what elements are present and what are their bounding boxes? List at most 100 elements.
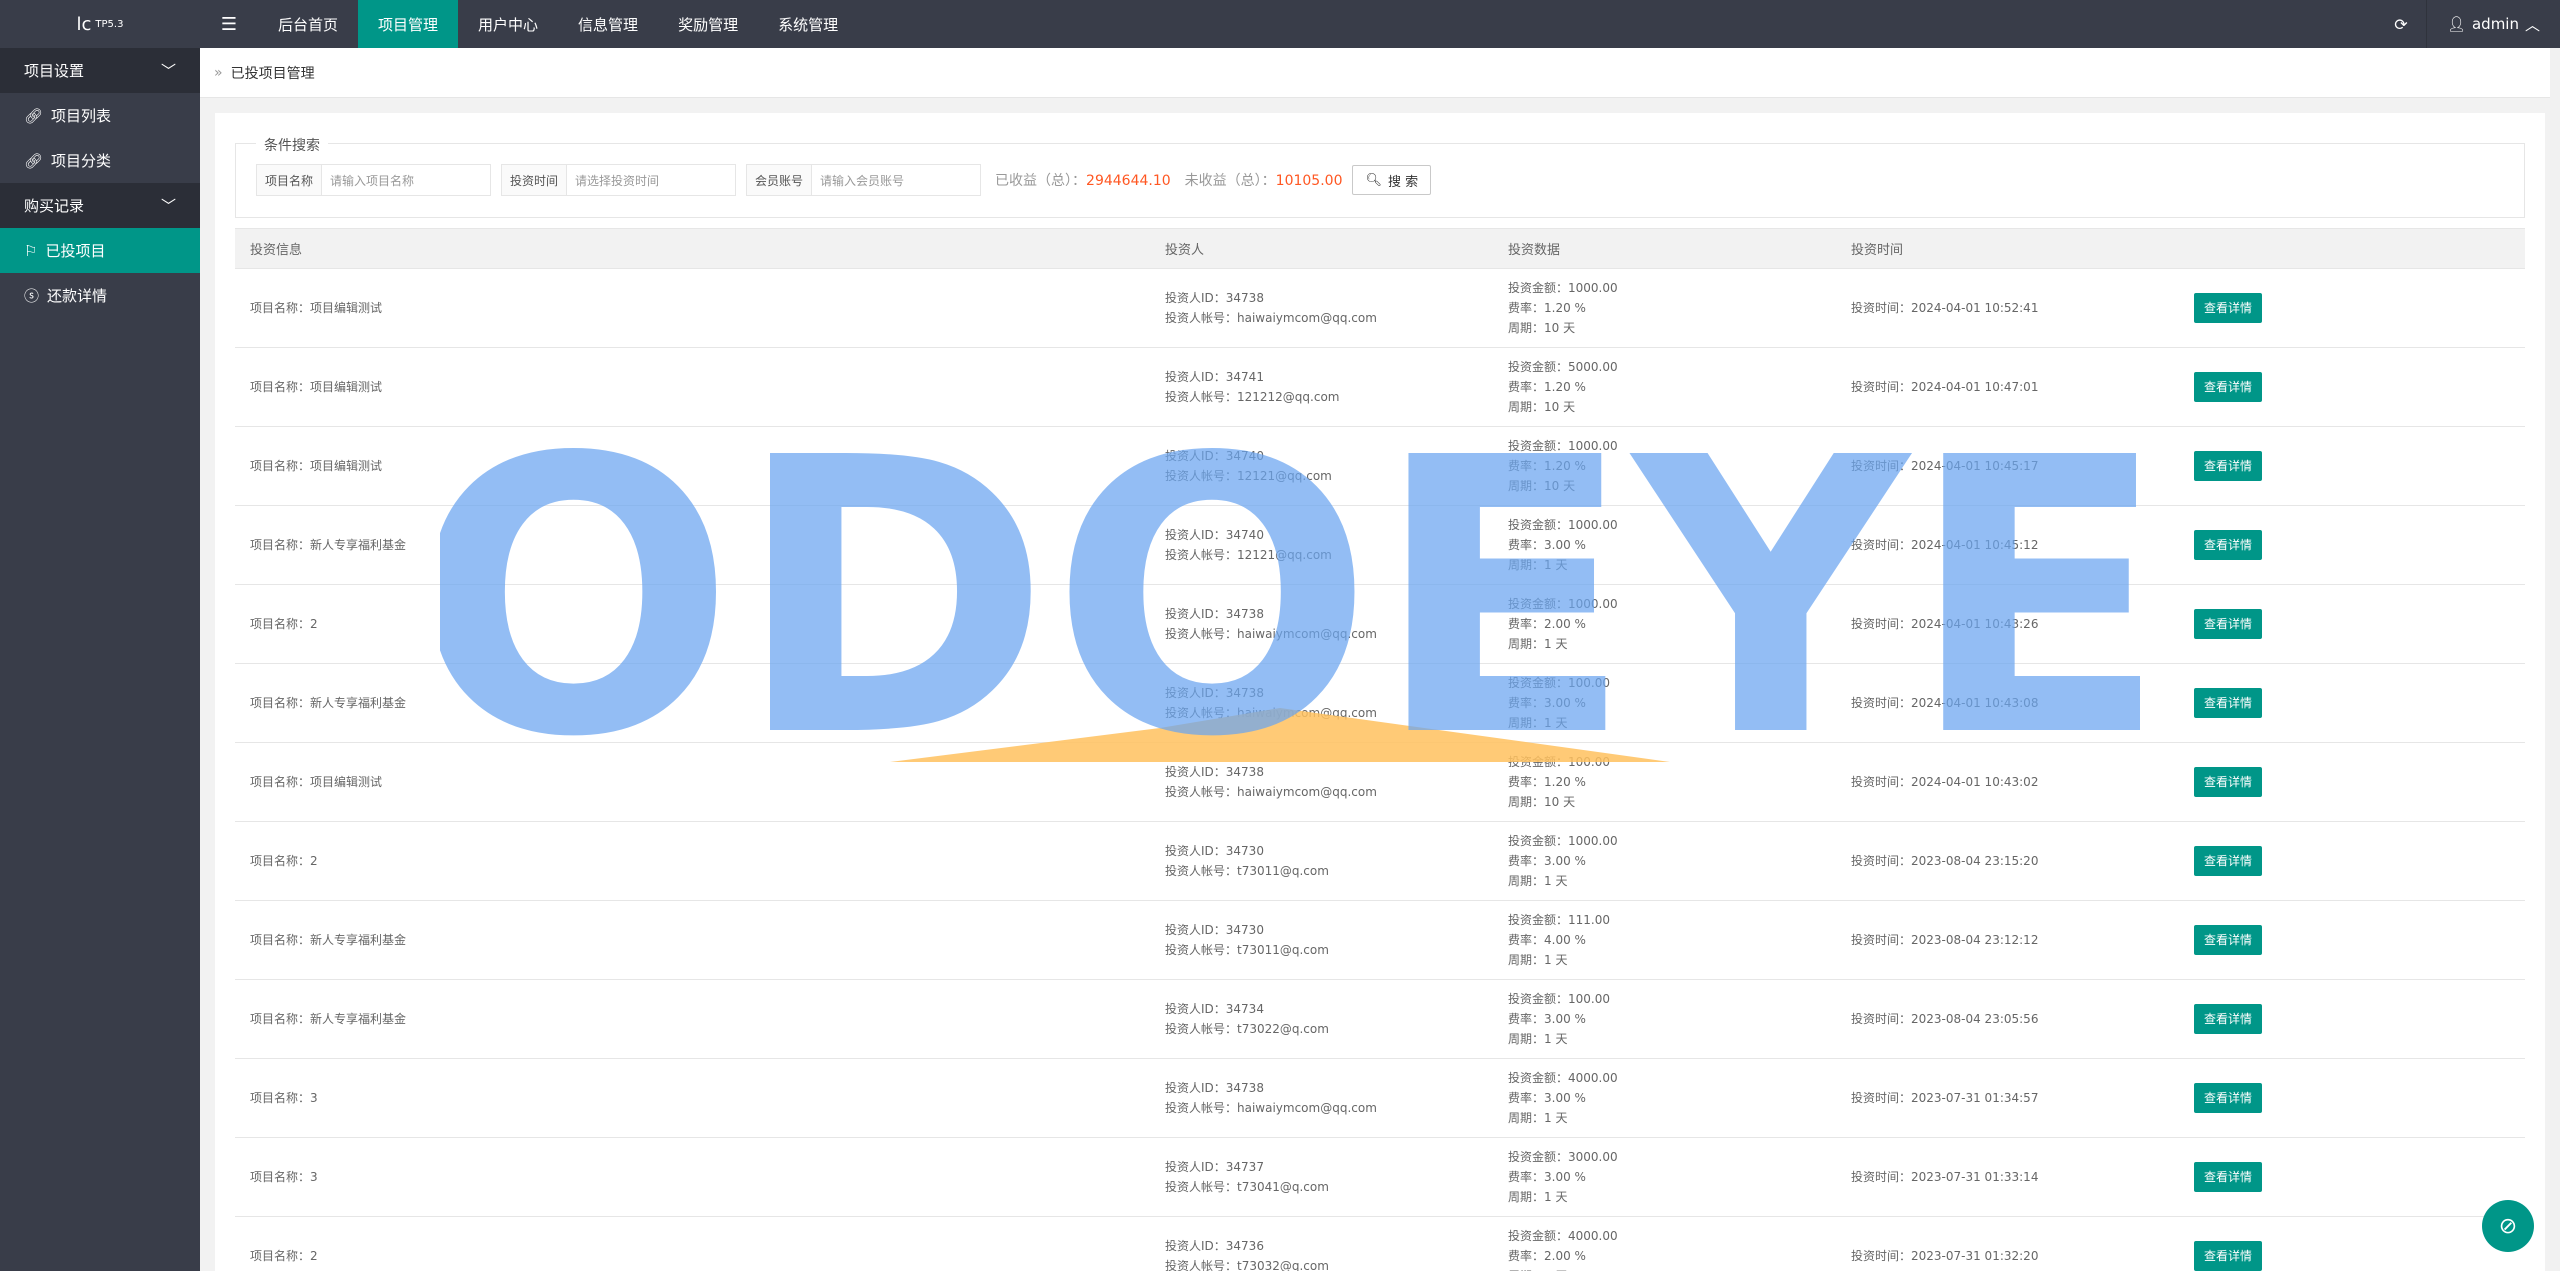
nav-system-management[interactable]: 系统管理 bbox=[758, 0, 858, 48]
cell-action: 查看详情 bbox=[2179, 1217, 2525, 1271]
cell-project-name: 项目名称：项目编辑测试 bbox=[250, 301, 383, 315]
invest-period: 周期：1 天 bbox=[1508, 1032, 1568, 1046]
invest-rate: 费率：3.00 % bbox=[1508, 1170, 1586, 1184]
project-name-input[interactable]: 请输入项目名称 bbox=[322, 165, 490, 195]
invest-amount: 投资金额：1000.00 bbox=[1508, 834, 1618, 848]
table-row: 项目名称：新人专享福利基金 投资人ID：34740 投资人帐号：12121@qq.c… bbox=[235, 506, 2525, 585]
cell-invest-data: 投资金额：111.00 费率：4.00 % 周期：1 天 bbox=[1493, 901, 1836, 980]
view-detail-button[interactable]: 查看详情 bbox=[2194, 1241, 2263, 1271]
invest-rate: 费率：3.00 % bbox=[1508, 1091, 1586, 1105]
cell-investor: 投资人ID：34738 投资人帐号：haiwaiymcom@qq.com bbox=[1150, 585, 1493, 664]
nav-user-center[interactable]: 用户中心 bbox=[458, 0, 558, 48]
table-row: 项目名称：项目编辑测试 投资人ID：34738 投资人帐号：haiwaiymcom@… bbox=[235, 269, 2525, 348]
invest-period: 周期：1 天 bbox=[1508, 874, 1568, 888]
cell-invest-data: 投资金额：1000.00 费率：1.20 % 周期：10 天 bbox=[1493, 269, 1836, 348]
col-header-action bbox=[2179, 228, 2525, 269]
invest-rate: 费率：2.00 % bbox=[1508, 617, 1586, 631]
view-detail-button[interactable]: 查看详情 bbox=[2194, 1162, 2263, 1192]
member-account-input[interactable]: 请输入会员账号 bbox=[812, 165, 980, 195]
hamburger-icon[interactable]: ☰ bbox=[200, 0, 258, 48]
invest-amount: 投资金额：1000.00 bbox=[1508, 281, 1618, 295]
invest-period: 周期：10 天 bbox=[1508, 795, 1576, 809]
cell-invest-time: 投资时间：2024-04-01 10:43:02 bbox=[1851, 775, 2039, 789]
page-scrollbar[interactable] bbox=[2550, 48, 2560, 1271]
chevron-up-icon: ︿ bbox=[2524, 15, 2540, 34]
col-header-time: 投资时间 bbox=[1836, 228, 2179, 269]
view-detail-button[interactable]: 查看详情 bbox=[2194, 372, 2263, 402]
cell-project-name: 项目名称：项目编辑测试 bbox=[250, 380, 383, 394]
view-detail-button[interactable]: 查看详情 bbox=[2194, 530, 2263, 560]
cell-invest-time: 投资时间：2023-08-04 23:12:12 bbox=[1851, 933, 2039, 947]
search-button[interactable]: 🔍︎ 搜 索 bbox=[1352, 165, 1432, 195]
member-account-label: 会员账号 bbox=[747, 165, 813, 195]
sidebar-item-label: 项目列表 bbox=[51, 107, 112, 125]
view-detail-button[interactable]: 查看详情 bbox=[2194, 609, 2263, 639]
invest-rate: 费率：3.00 % bbox=[1508, 538, 1586, 552]
table-row: 项目名称：项目编辑测试 投资人ID：34741 投资人帐号：121212@qq.co… bbox=[235, 348, 2525, 427]
cell-invest-time: 投资时间：2024-04-01 10:43:26 bbox=[1851, 617, 2039, 631]
sidebar-group-project-settings[interactable]: 项目设置 ﹀ bbox=[0, 48, 200, 93]
cell-project-name: 项目名称：新人专享福利基金 bbox=[250, 1012, 407, 1026]
cell-action: 查看详情 bbox=[2179, 585, 2525, 664]
view-detail-button[interactable]: 查看详情 bbox=[2194, 1083, 2263, 1113]
sidebar-item-project-list[interactable]: 🔗︎ 项目列表 bbox=[0, 93, 200, 138]
view-detail-button[interactable]: 查看详情 bbox=[2194, 846, 2263, 876]
cell-investor: 投资人ID：34736 投资人帐号：t73032@q.com bbox=[1150, 1217, 1493, 1271]
view-detail-button[interactable]: 查看详情 bbox=[2194, 767, 2263, 797]
cell-action: 查看详情 bbox=[2179, 901, 2525, 980]
nav-reward-management[interactable]: 奖励管理 bbox=[658, 0, 758, 48]
nav-home[interactable]: 后台首页 bbox=[258, 0, 358, 48]
logo[interactable]: lc TP5.3 bbox=[0, 0, 200, 48]
sidebar-item-project-category[interactable]: 🔗︎ 项目分类 bbox=[0, 138, 200, 183]
link-icon: 🔗︎ bbox=[24, 151, 44, 170]
username: admin bbox=[2471, 15, 2519, 33]
view-detail-button[interactable]: 查看详情 bbox=[2194, 451, 2263, 481]
nav-project-management[interactable]: 项目管理 bbox=[358, 0, 459, 48]
view-detail-button[interactable]: 查看详情 bbox=[2194, 688, 2263, 718]
unearned-total: 未收益（总）：10105.00 bbox=[1185, 170, 1343, 190]
investor-id: 投资人ID：34738 bbox=[1165, 1081, 1264, 1095]
float-action-icon[interactable]: ⊘ bbox=[2482, 1200, 2534, 1252]
cell-investor: 投资人ID：34738 投资人帐号：haiwaiymcom@qq.com bbox=[1150, 1059, 1493, 1138]
cell-invest-time: 投资时间：2024-04-01 10:45:12 bbox=[1851, 538, 2039, 552]
nav-info-management[interactable]: 信息管理 bbox=[558, 0, 658, 48]
refresh-icon[interactable]: ⟳ bbox=[2376, 15, 2426, 34]
cell-invest-time: 投资时间：2023-07-31 01:34:57 bbox=[1851, 1091, 2039, 1105]
invest-period: 周期：1 天 bbox=[1508, 1190, 1568, 1204]
table-body: 项目名称：项目编辑测试 投资人ID：34738 投资人帐号：haiwaiymcom@… bbox=[235, 269, 2525, 1271]
cell-project-name: 项目名称：2 bbox=[250, 617, 318, 631]
view-detail-button[interactable]: 查看详情 bbox=[2194, 925, 2263, 955]
table-row: 项目名称：项目编辑测试 投资人ID：34738 投资人帐号：haiwaiymcom@… bbox=[235, 743, 2525, 822]
col-header-info: 投资信息 bbox=[235, 228, 1150, 269]
user-menu[interactable]: 👤︎ admin ︿ bbox=[2427, 14, 2560, 35]
sidebar-item-repayment-details[interactable]: ⓢ 还款详情 bbox=[0, 273, 200, 318]
invest-amount: 投资金额：100.00 bbox=[1508, 755, 1610, 769]
col-header-investor: 投资人 bbox=[1150, 228, 1493, 269]
investor-id: 投资人ID：34738 bbox=[1165, 291, 1264, 305]
logo-text: lc bbox=[76, 13, 92, 35]
user-icon: 👤︎ bbox=[2446, 15, 2466, 33]
cell-investor: 投资人ID：34738 投资人帐号：haiwaiymcom@qq.com bbox=[1150, 269, 1493, 348]
view-detail-button[interactable]: 查看详情 bbox=[2194, 1004, 2263, 1034]
link-icon: 🔗︎ bbox=[24, 106, 44, 125]
chevron-down-icon: ﹀ bbox=[160, 62, 176, 80]
investor-account: 投资人帐号：haiwaiymcom@qq.com bbox=[1165, 1101, 1377, 1115]
cell-project-name: 项目名称：新人专享福利基金 bbox=[250, 696, 407, 710]
view-detail-button[interactable]: 查看详情 bbox=[2194, 293, 2263, 323]
invest-time-input[interactable]: 请选择投资时间 bbox=[567, 165, 735, 195]
investor-id: 投资人ID：34738 bbox=[1165, 607, 1264, 621]
invest-rate: 费率：2.00 % bbox=[1508, 1249, 1586, 1263]
investor-id: 投资人ID：34740 bbox=[1165, 449, 1264, 463]
invest-period: 周期：1 天 bbox=[1508, 1266, 1836, 1271]
cell-investor: 投资人ID：34740 投资人帐号：12121@qq.com bbox=[1150, 427, 1493, 506]
sidebar-group-purchase-records[interactable]: 购买记录 ﹀ bbox=[0, 183, 200, 228]
sidebar-item-invested-projects[interactable]: ⚐ 已投项目 bbox=[0, 228, 200, 273]
investor-account: 投资人帐号：haiwaiymcom@qq.com bbox=[1165, 706, 1377, 720]
chevron-down-icon: ﹀ bbox=[160, 197, 176, 215]
invest-rate: 费率：1.20 % bbox=[1508, 459, 1586, 473]
earned-value: 2944644.10 bbox=[1086, 173, 1171, 189]
table-row: 项目名称：3 投资人ID：34738 投资人帐号：haiwaiymcom@qq.co… bbox=[235, 1059, 2525, 1138]
investor-account: 投资人帐号：12121@qq.com bbox=[1165, 469, 1332, 483]
cell-invest-time: 投资时间：2023-07-31 01:33:14 bbox=[1851, 1170, 2039, 1184]
cell-invest-time: 投资时间：2024-04-01 10:43:08 bbox=[1851, 696, 2039, 710]
